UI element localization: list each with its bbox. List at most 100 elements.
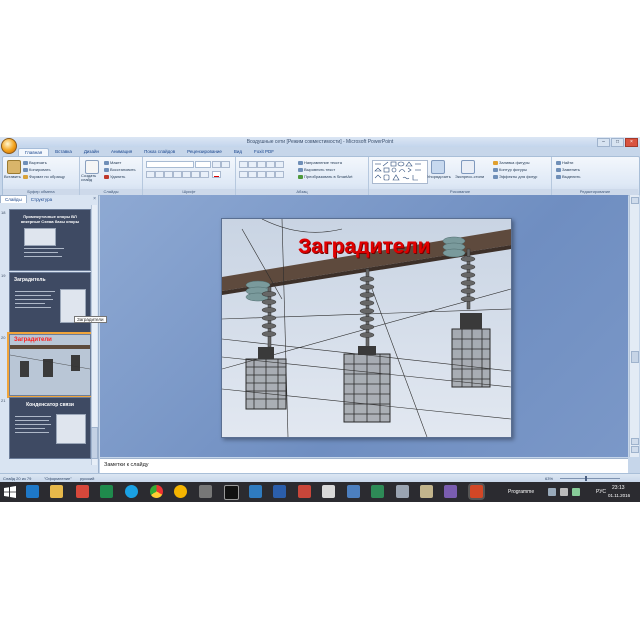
tab-animation[interactable]: Анимация bbox=[105, 148, 138, 156]
layout-button[interactable]: Макет bbox=[104, 160, 121, 165]
tab-design[interactable]: Дизайн bbox=[78, 148, 105, 156]
file-explorer-icon[interactable] bbox=[50, 485, 63, 498]
decrease-indent-button[interactable] bbox=[257, 161, 266, 168]
zoom-slider[interactable] bbox=[560, 478, 620, 479]
copy-button[interactable]: Копировать bbox=[23, 167, 51, 172]
console-icon[interactable] bbox=[224, 485, 239, 500]
text-direction-button[interactable]: Направление текста bbox=[298, 160, 342, 165]
shrink-font-button[interactable] bbox=[221, 161, 230, 168]
internet-explorer-icon[interactable] bbox=[26, 485, 39, 498]
tab-view[interactable]: Вид bbox=[228, 148, 248, 156]
bold-button[interactable] bbox=[146, 171, 155, 178]
writer-icon[interactable] bbox=[298, 485, 311, 498]
format-painter-button[interactable]: Формат по образцу bbox=[23, 174, 65, 179]
tray-label[interactable]: Programme bbox=[508, 489, 534, 495]
current-slide[interactable]: Заградители bbox=[221, 218, 512, 438]
photos-icon[interactable] bbox=[444, 485, 457, 498]
scroll-up-button[interactable] bbox=[631, 197, 639, 204]
align-text-button[interactable]: Выровнять текст bbox=[298, 167, 335, 172]
italic-button[interactable] bbox=[155, 171, 164, 178]
notes-pane[interactable]: Заметки к слайду bbox=[100, 458, 628, 473]
printer-icon[interactable] bbox=[396, 485, 409, 498]
new-slide-button[interactable]: Создать слайд bbox=[81, 174, 103, 182]
bullets-button[interactable] bbox=[239, 161, 248, 168]
spacing-button[interactable] bbox=[191, 171, 200, 178]
skype-icon[interactable] bbox=[125, 485, 138, 498]
shape-effects-button[interactable]: Эффекты для фигур bbox=[493, 174, 537, 179]
panel-scrollbar[interactable] bbox=[91, 205, 97, 465]
justify-button[interactable] bbox=[266, 171, 275, 178]
language-indicator[interactable]: РУС bbox=[596, 489, 606, 495]
font-color-button[interactable] bbox=[212, 171, 221, 178]
case-button[interactable] bbox=[200, 171, 209, 178]
windows-start-icon[interactable] bbox=[4, 486, 16, 498]
slide-thumbnail-19[interactable]: Заградитель bbox=[9, 272, 91, 334]
slide-thumbnail-21[interactable]: Конденсатор связи bbox=[9, 397, 91, 459]
tray-network-icon[interactable] bbox=[548, 488, 556, 496]
panel-scrollbar-thumb[interactable] bbox=[91, 427, 98, 459]
clock-time[interactable]: 23:13 bbox=[612, 485, 625, 491]
select-button[interactable]: Выделить bbox=[556, 174, 580, 179]
slide-thumbnail-20[interactable]: Заградители bbox=[7, 332, 93, 398]
zoom-level[interactable]: 63% bbox=[545, 476, 553, 481]
tab-foxit-pdf[interactable]: Foxit PDF bbox=[248, 148, 280, 156]
office-button[interactable] bbox=[1, 138, 17, 154]
align-center-button[interactable] bbox=[248, 171, 257, 178]
tray-battery-icon[interactable] bbox=[572, 488, 580, 496]
vertical-scrollbar[interactable] bbox=[629, 195, 639, 457]
network-icon[interactable] bbox=[249, 485, 262, 498]
smartart-button[interactable]: Преобразовать в SmartArt bbox=[298, 174, 353, 179]
font-name-combo[interactable] bbox=[146, 161, 194, 168]
zoom-slider-thumb[interactable] bbox=[585, 476, 587, 481]
shape-fill-button[interactable]: Заливка фигуры bbox=[493, 160, 530, 165]
tab-insert[interactable]: Вставка bbox=[49, 148, 78, 156]
align-right-button[interactable] bbox=[257, 171, 266, 178]
language-indicator[interactable]: русский bbox=[80, 476, 94, 481]
find-button[interactable]: Найти bbox=[556, 160, 573, 165]
tool-icon[interactable] bbox=[199, 485, 212, 498]
replace-button[interactable]: Заменить bbox=[556, 167, 580, 172]
docs-icon[interactable] bbox=[322, 485, 335, 498]
chrome-icon[interactable] bbox=[150, 485, 163, 498]
slide-thumbnail-18[interactable]: Промежуточные опоры ВЛ анкерные Схема ба… bbox=[9, 209, 91, 271]
new-slide-icon[interactable] bbox=[85, 160, 99, 174]
clock-date[interactable]: 01.11.2016 bbox=[608, 493, 630, 498]
shapes-gallery[interactable] bbox=[372, 160, 428, 184]
text-icon[interactable] bbox=[420, 485, 433, 498]
numbering-button[interactable] bbox=[248, 161, 257, 168]
pdf-icon[interactable] bbox=[347, 485, 360, 498]
arrange-icon[interactable] bbox=[431, 160, 445, 174]
quick-styles-button[interactable]: Экспресс-стили bbox=[455, 174, 484, 179]
columns-button[interactable] bbox=[275, 171, 284, 178]
close-button[interactable]: × bbox=[625, 138, 638, 147]
slide-title[interactable]: Заградители bbox=[298, 235, 431, 259]
tab-slides[interactable]: Слайды bbox=[0, 195, 27, 203]
underline-button[interactable] bbox=[164, 171, 173, 178]
scroll-thumb[interactable] bbox=[631, 351, 639, 363]
tab-review[interactable]: Рецензирование bbox=[181, 148, 228, 156]
close-icon[interactable]: × bbox=[93, 196, 96, 202]
tray-volume-icon[interactable] bbox=[560, 488, 568, 496]
maximize-button[interactable]: □ bbox=[611, 138, 624, 147]
reset-button[interactable]: Восстановить bbox=[104, 167, 136, 172]
word-icon[interactable] bbox=[273, 485, 286, 498]
grow-font-button[interactable] bbox=[212, 161, 221, 168]
shadow-button[interactable] bbox=[182, 171, 191, 178]
delete-slide-button[interactable]: Удалить bbox=[104, 174, 125, 179]
tab-outline[interactable]: Структура bbox=[27, 196, 56, 203]
prev-slide-button[interactable] bbox=[631, 438, 639, 445]
strikethrough-button[interactable] bbox=[173, 171, 182, 178]
align-left-button[interactable] bbox=[239, 171, 248, 178]
increase-indent-button[interactable] bbox=[266, 161, 275, 168]
quick-styles-icon[interactable] bbox=[461, 160, 475, 174]
paste-button[interactable]: Вставить bbox=[4, 174, 21, 179]
cut-button[interactable]: Вырезать bbox=[23, 160, 47, 165]
excel-icon[interactable] bbox=[100, 485, 113, 498]
tab-slideshow[interactable]: Показ слайдов bbox=[138, 148, 181, 156]
archive-icon[interactable] bbox=[174, 485, 187, 498]
paste-icon[interactable] bbox=[7, 160, 21, 174]
excel-alt-icon[interactable] bbox=[371, 485, 384, 498]
shape-outline-button[interactable]: Контур фигуры bbox=[493, 167, 527, 172]
powerpoint-icon[interactable] bbox=[470, 485, 483, 498]
line-spacing-button[interactable] bbox=[275, 161, 284, 168]
